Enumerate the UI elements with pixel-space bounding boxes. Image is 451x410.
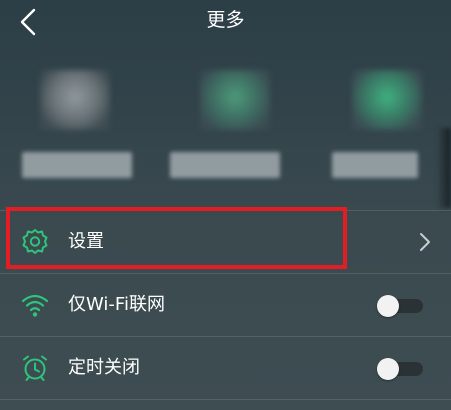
shortcut-item[interactable] [170,66,280,192]
page-title: 更多 [206,9,245,31]
top-bar: 更多 [0,0,451,44]
sleep-timer-label: 定时关闭 [68,357,140,378]
blurred-icon [352,70,422,130]
shortcut-area [0,48,451,208]
divider [0,399,451,400]
wifi-only-row[interactable]: 仅Wi-Fi联网 [0,275,451,335]
wifi-icon [21,294,49,317]
blurred-icon [40,70,110,130]
alarm-clock-icon [23,355,47,381]
highlight-box [6,207,347,269]
divider [0,336,451,337]
shortcut-item[interactable] [332,66,442,192]
toggle-knob [377,295,399,317]
chevron-right-icon [420,233,430,251]
wifi-only-toggle[interactable] [377,295,423,317]
scroll-edge [437,128,451,208]
blurred-icon [200,70,270,130]
blurred-label [22,152,132,178]
blurred-label [170,152,280,178]
sleep-timer-toggle[interactable] [377,358,423,380]
sleep-timer-row[interactable]: 定时关闭 [0,338,451,398]
divider [0,273,451,274]
toggle-knob [377,358,399,380]
blurred-label [332,152,418,178]
shortcut-item[interactable] [22,66,132,192]
wifi-only-label: 仅Wi-Fi联网 [68,294,165,315]
